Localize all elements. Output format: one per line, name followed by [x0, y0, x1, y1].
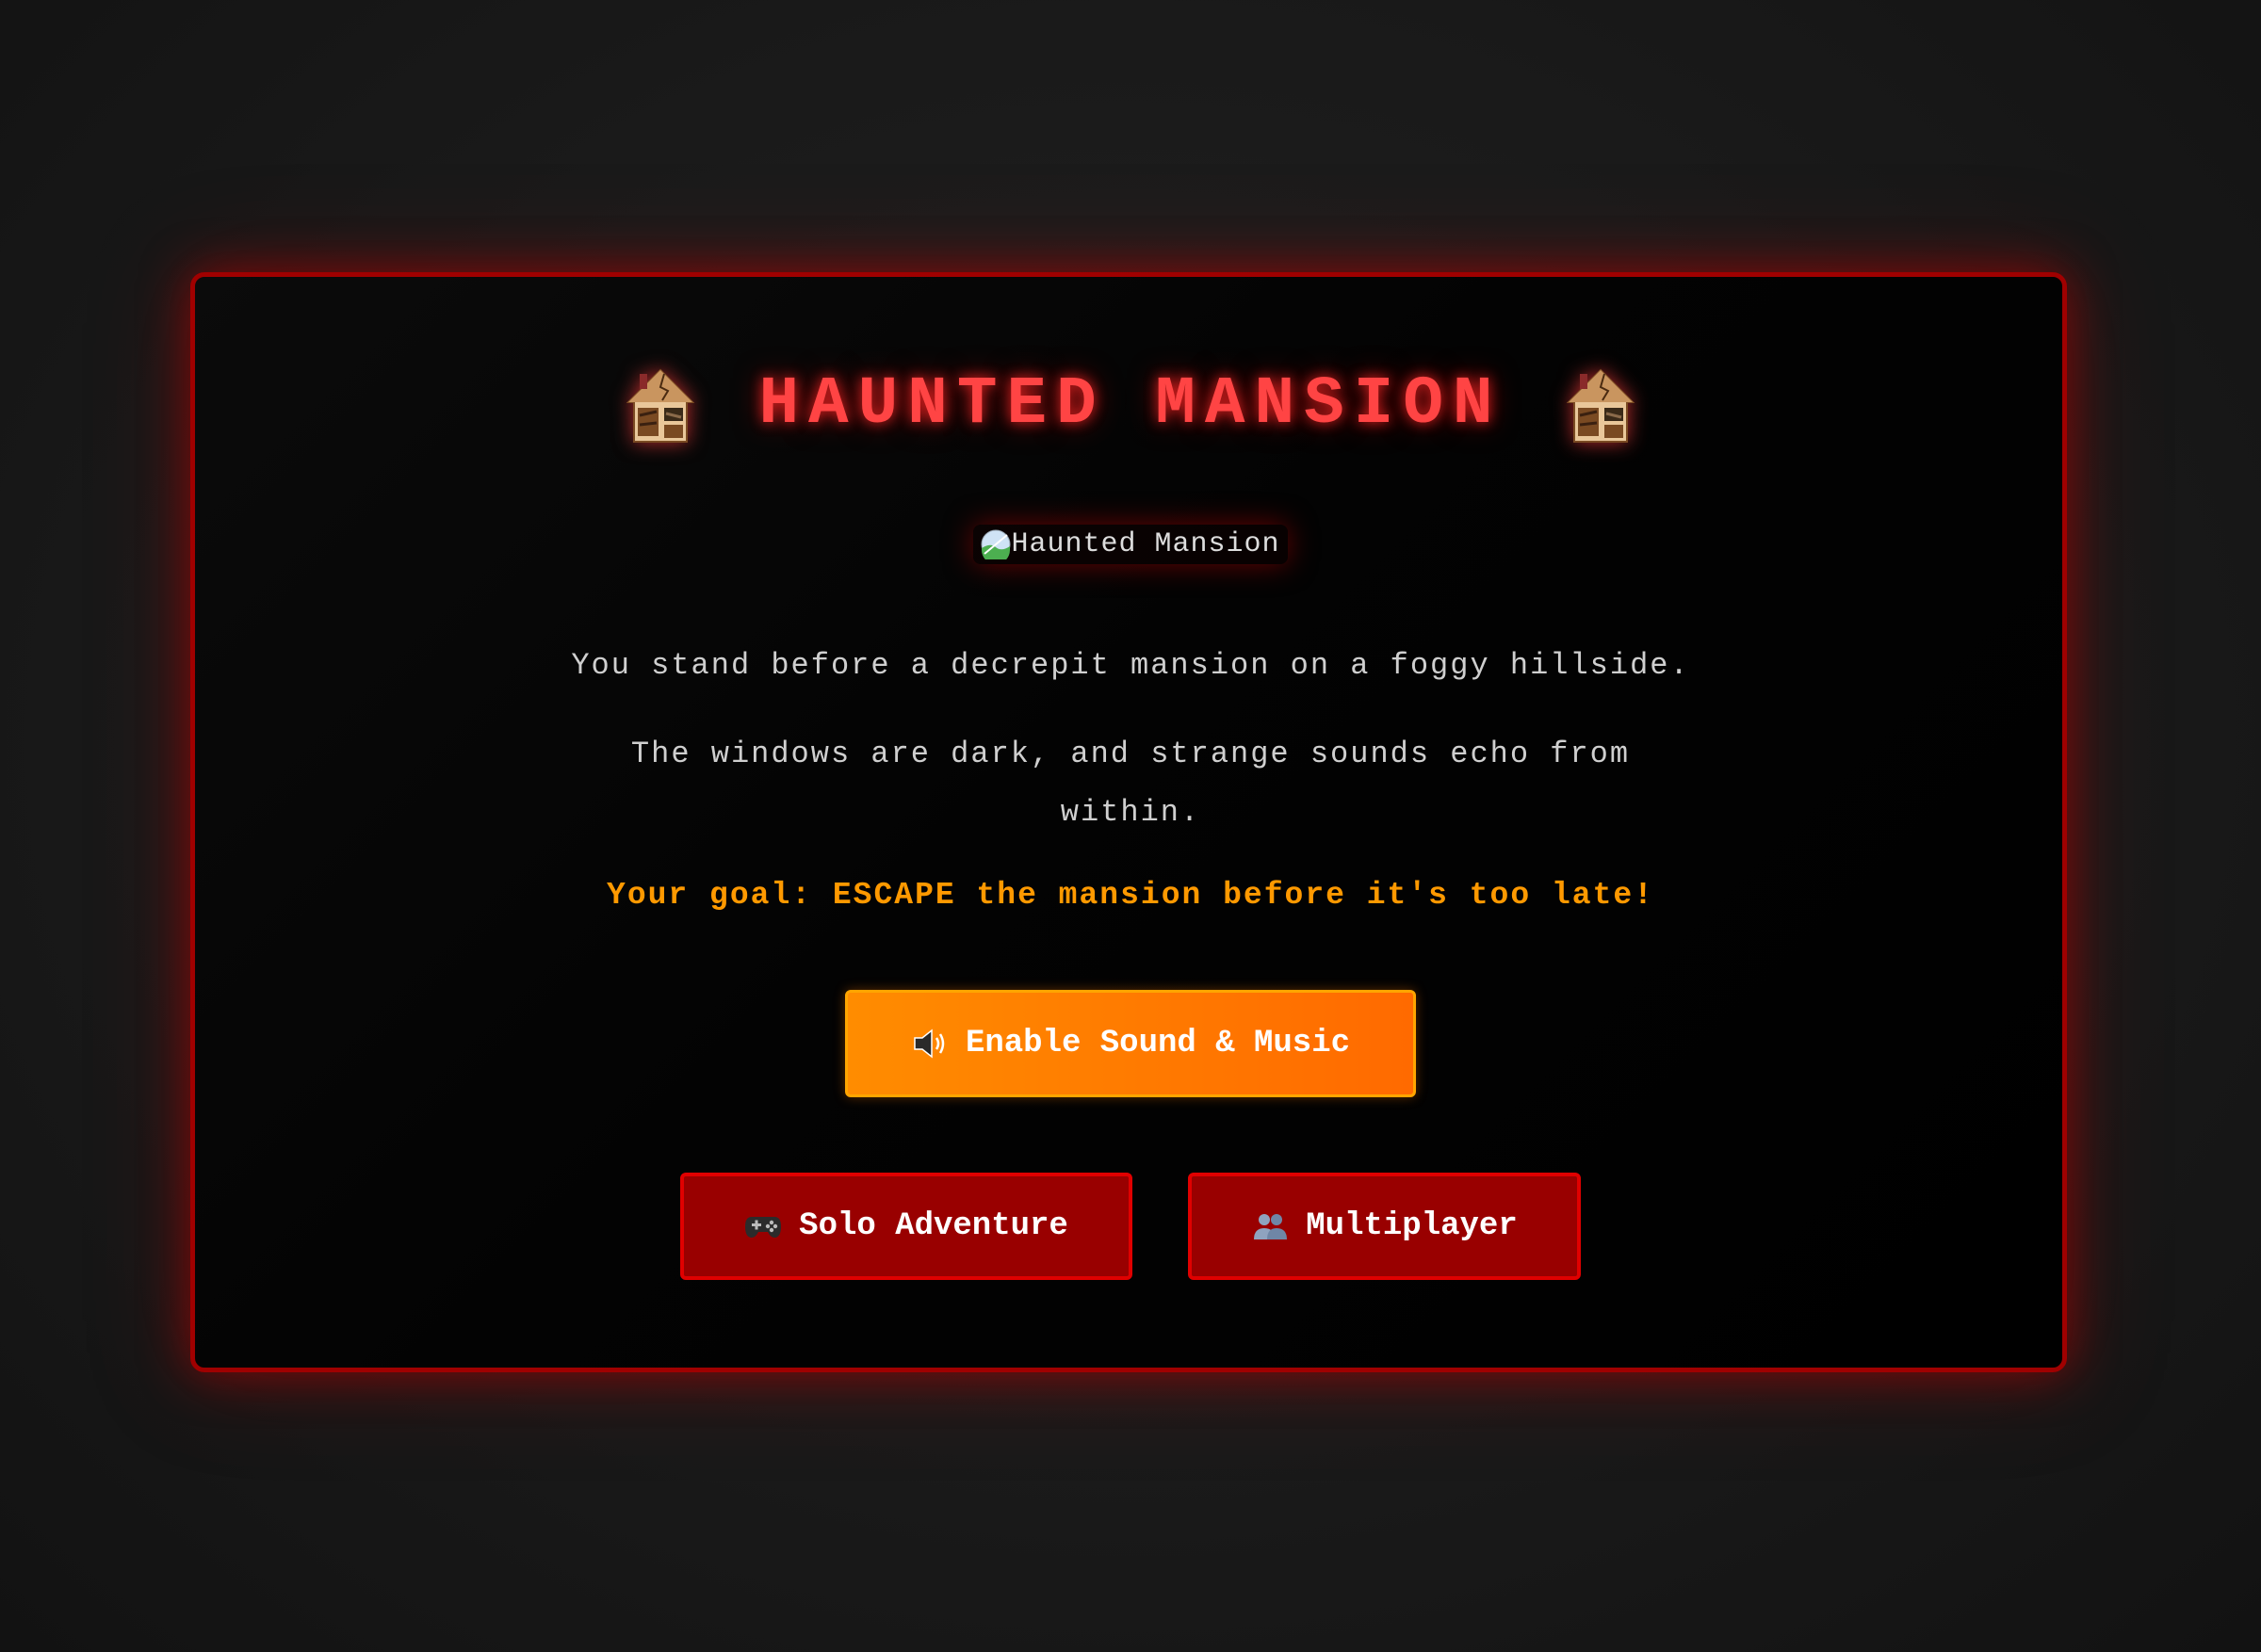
- enable-sound-label: Enable Sound & Music: [965, 1026, 1351, 1061]
- haunted-house-icon: [1566, 366, 1635, 444]
- speaker-icon: [911, 1027, 949, 1061]
- mansion-image: Haunted Mansion: [0, 524, 2261, 565]
- story-line-1: You stand before a decrepit mansion on a…: [571, 648, 1690, 683]
- game-title: HAUNTED MANSION: [0, 358, 2261, 452]
- title-text: HAUNTED MANSION: [758, 367, 1503, 443]
- haunted-house-icon: [626, 366, 695, 444]
- users-icon: [1251, 1209, 1289, 1243]
- mansion-image-alt: Haunted Mansion: [1011, 528, 1280, 560]
- multiplayer-label: Multiplayer: [1306, 1208, 1518, 1244]
- mansion-image-frame: Haunted Mansion: [973, 525, 1288, 564]
- solo-adventure-label: Solo Adventure: [799, 1208, 1068, 1244]
- goal-text: Your goal: ESCAPE the mansion before it'…: [607, 878, 1654, 913]
- solo-adventure-button[interactable]: Solo Adventure: [680, 1173, 1132, 1280]
- story-line-2: The windows are dark, and strange sounds…: [630, 737, 1631, 830]
- gamepad-icon: [744, 1209, 782, 1243]
- enable-sound-button[interactable]: Enable Sound & Music: [845, 990, 1416, 1097]
- broken-image-icon: [981, 529, 1011, 559]
- multiplayer-button[interactable]: Multiplayer: [1188, 1173, 1581, 1280]
